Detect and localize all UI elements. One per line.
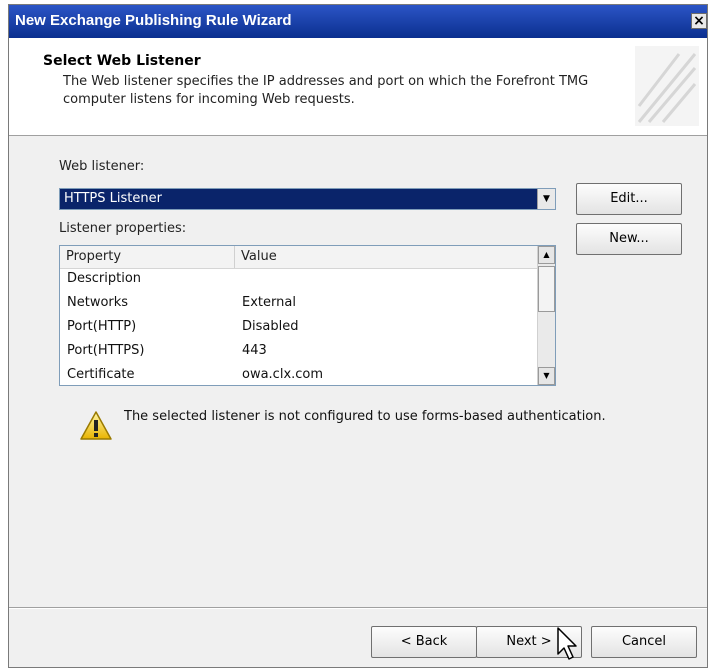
page-description: The Web listener specifies the IP addres… [63, 74, 589, 107]
new-button[interactable]: New... [576, 223, 682, 255]
scroll-down-icon[interactable]: ▼ [538, 367, 555, 385]
column-header-value[interactable]: Value [235, 246, 539, 268]
property-cell: Networks [67, 295, 129, 310]
listener-properties-label: Listener properties: [59, 221, 187, 236]
property-cell: Port(HTTPS) [67, 343, 145, 358]
warning-message: The selected listener is not configured … [124, 409, 606, 424]
back-button[interactable]: < Back [371, 626, 477, 658]
table-row[interactable]: Port(HTTPS) 443 [60, 340, 537, 364]
list-header: Property Value [60, 246, 537, 269]
table-row[interactable]: Port(HTTP) Disabled [60, 316, 537, 340]
wizard-banner-graphic [635, 46, 699, 126]
title-bar[interactable]: New Exchange Publishing Rule Wizard × [9, 5, 707, 38]
window-title: New Exchange Publishing Rule Wizard [15, 12, 292, 29]
warning-icon [80, 411, 112, 440]
listener-properties-list[interactable]: Property Value Description Networks Exte… [59, 245, 556, 386]
column-header-property[interactable]: Property [60, 246, 235, 268]
web-listener-select[interactable]: HTTPS Listener ▼ [59, 188, 556, 210]
property-cell: Certificate [67, 367, 135, 382]
mouse-pointer-icon [557, 627, 577, 660]
cancel-button[interactable]: Cancel [591, 626, 697, 658]
chevron-down-icon[interactable]: ▼ [537, 189, 555, 209]
table-row[interactable]: Description [60, 268, 537, 292]
property-cell: Description [67, 271, 142, 286]
scroll-thumb[interactable] [538, 266, 555, 312]
web-listener-label: Web listener: [59, 159, 145, 174]
value-cell: owa.clx.com [242, 367, 324, 382]
close-button[interactable]: × [691, 13, 707, 29]
value-cell: External [242, 295, 296, 310]
page-title: Select Web Listener [43, 53, 201, 69]
table-row[interactable]: Certificate owa.clx.com [60, 364, 537, 385]
vertical-scrollbar[interactable]: ▲ ▼ [537, 246, 555, 385]
wizard-window: New Exchange Publishing Rule Wizard × Se… [8, 4, 708, 668]
value-cell: Disabled [242, 319, 299, 334]
scroll-up-icon[interactable]: ▲ [538, 246, 555, 264]
web-listener-selected: HTTPS Listener [60, 189, 537, 209]
table-row[interactable]: Networks External [60, 292, 537, 316]
footer-divider [9, 607, 707, 609]
value-cell: 443 [242, 343, 267, 358]
edit-button[interactable]: Edit... [576, 183, 682, 215]
property-cell: Port(HTTP) [67, 319, 137, 334]
wizard-header: Select Web Listener The Web listener spe… [9, 38, 707, 136]
